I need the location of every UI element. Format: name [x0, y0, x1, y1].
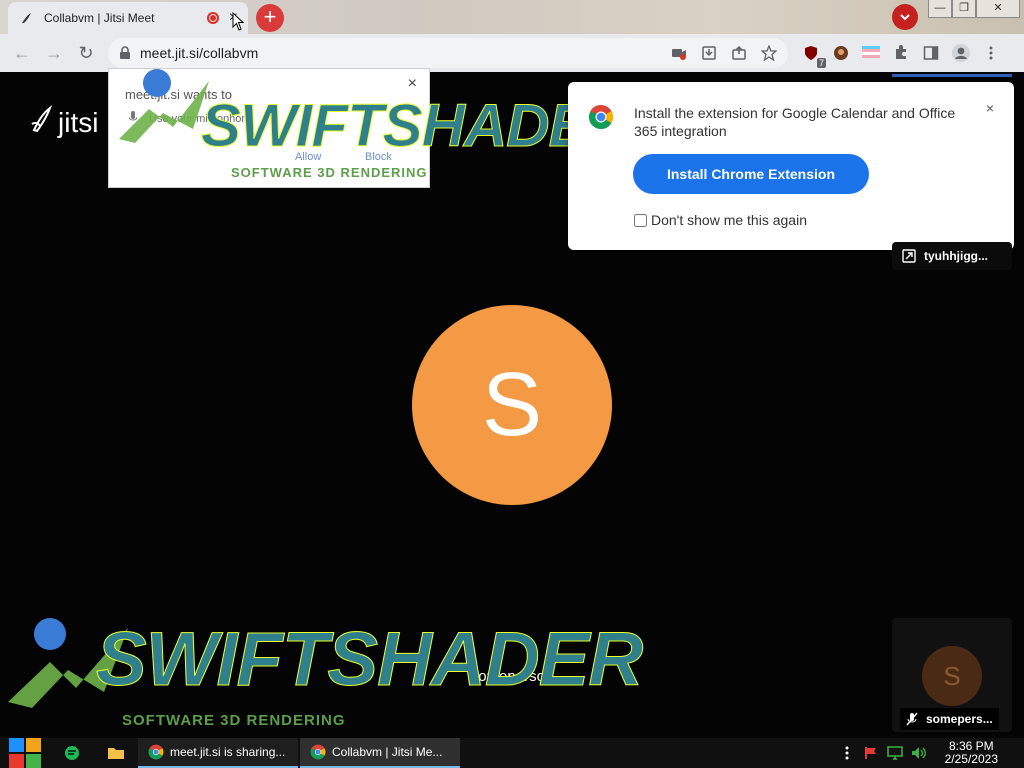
- start-button[interactable]: [0, 738, 50, 768]
- participant-tile[interactable]: S somepers...: [892, 618, 1012, 732]
- browser-toolbar: ← → ↻ meet.jit.si/collabvm 7: [0, 34, 1024, 72]
- dont-show-again-checkbox[interactable]: [634, 213, 647, 227]
- url-text: meet.jit.si/collabvm: [140, 45, 259, 61]
- chevron-down-icon: [900, 14, 910, 21]
- permission-allow-button[interactable]: Allow: [295, 151, 321, 163]
- permission-title: meet.jit.si wants to: [125, 87, 232, 102]
- install-chrome-extension-button[interactable]: Install Chrome Extension: [633, 154, 869, 194]
- swiftshader-subtitle: SOFTWARE 3D RENDERING: [122, 712, 346, 729]
- participant-tile-name: somepers...: [926, 712, 993, 726]
- participant-tile-avatar: S: [922, 646, 982, 706]
- dont-show-again-label: Don't show me this again: [651, 212, 807, 228]
- windows-logo-icon: [9, 738, 41, 768]
- extension-install-popup: Install the extension for Google Calenda…: [568, 82, 1014, 250]
- browser-tab[interactable]: Collabvm | Jitsi Meet ×: [8, 2, 248, 34]
- chrome-icon: [148, 744, 164, 760]
- microphone-muted-icon: [906, 712, 918, 726]
- tab-strip: Collabvm | Jitsi Meet × + — ❐ ✕: [0, 0, 1024, 34]
- restore-button[interactable]: ❐: [952, 0, 976, 18]
- recording-indicator-icon: [206, 12, 219, 24]
- permission-block-button[interactable]: Block: [365, 151, 392, 163]
- chat-app-button[interactable]: [50, 738, 94, 768]
- share-icon[interactable]: [730, 44, 748, 62]
- extension-popup-close-button[interactable]: ×: [986, 100, 994, 116]
- microphone-permission-prompt: meet.jit.si wants to × Use your micropho…: [108, 68, 631, 188]
- bookmark-star-icon[interactable]: [760, 44, 778, 62]
- jitsi-logo-icon: [30, 104, 54, 141]
- screen-share-name: tyuhhjigg...: [924, 249, 988, 263]
- taskbar-task-label: Collabvm | Jitsi Me...: [332, 745, 443, 759]
- screen-share-indicator[interactable]: tyuhhjigg...: [892, 242, 1012, 270]
- permission-item: Use your microphone: [149, 112, 254, 125]
- screen: Collabvm | Jitsi Meet × + — ❐ ✕ ← → ↻ me…: [0, 0, 1024, 768]
- chrome-icon: [310, 744, 326, 760]
- profile-extension-icon[interactable]: [830, 42, 852, 64]
- volume-icon[interactable]: [911, 745, 927, 761]
- tab-title: Collabvm | Jitsi Meet: [44, 11, 155, 25]
- taskbar-task-label: meet.jit.si is sharing...: [170, 745, 286, 759]
- more-menu-icon[interactable]: [980, 42, 1002, 64]
- extension-badge: 7: [816, 58, 826, 68]
- permission-close-button[interactable]: ×: [408, 75, 417, 93]
- participant-tile-label: somepers...: [900, 708, 999, 730]
- jitsi-favicon-icon: [18, 10, 34, 26]
- file-explorer-button[interactable]: [94, 738, 138, 768]
- tray-overflow-icon[interactable]: [839, 745, 855, 761]
- taskbar-clock[interactable]: 8:36 PM 2/25/2023: [945, 740, 998, 766]
- lock-icon: [118, 46, 132, 60]
- extension-popup-message: Install the extension for Google Calenda…: [634, 105, 956, 139]
- address-bar[interactable]: meet.jit.si/collabvm: [108, 38, 788, 68]
- windows-taskbar: meet.jit.si is sharing... Collabvm | Jit…: [0, 738, 1024, 768]
- taskbar-task-jitsi[interactable]: Collabvm | Jitsi Me...: [300, 738, 460, 768]
- microphone-icon: [128, 111, 138, 126]
- clock-date: 2/25/2023: [944, 752, 998, 766]
- chrome-logo-icon: [589, 105, 614, 130]
- minimize-button[interactable]: —: [928, 0, 952, 18]
- toolbar-highlight: [892, 74, 1012, 77]
- side-panel-icon[interactable]: [920, 42, 942, 64]
- screen-share-icon: [902, 249, 916, 263]
- swiftshader-subtitle: SOFTWARE 3D RENDERING: [231, 165, 428, 180]
- extensions-puzzle-icon[interactable]: [890, 42, 912, 64]
- main-participant-avatar: S: [412, 305, 612, 505]
- jitsi-meeting-page: jitsi meet.jit.si wants to × Use your mi…: [0, 68, 1024, 738]
- tab-search-button[interactable]: [892, 4, 918, 30]
- back-button[interactable]: ←: [6, 37, 38, 69]
- reload-button[interactable]: ↻: [70, 37, 102, 69]
- dont-show-again-option[interactable]: Don't show me this again: [634, 212, 807, 228]
- network-icon[interactable]: [886, 745, 903, 761]
- window-close-button[interactable]: ✕: [976, 0, 1020, 18]
- action-center-flag-icon[interactable]: [863, 745, 879, 761]
- ublock-extension-icon[interactable]: 7: [800, 42, 826, 68]
- mouse-cursor-icon: [232, 12, 245, 31]
- install-app-icon[interactable]: [700, 44, 718, 62]
- profile-avatar-icon[interactable]: [950, 42, 972, 64]
- system-tray: 8:36 PM 2/25/2023: [839, 738, 1024, 768]
- flag-extension-icon[interactable]: [860, 42, 882, 64]
- swiftshader-word: SWIFTSHADER: [95, 617, 643, 703]
- swiftshader-word: SWIFTSHADER: [201, 92, 632, 160]
- taskbar-task-sharing[interactable]: meet.jit.si is sharing...: [138, 738, 298, 768]
- jitsi-logo-text: jitsi: [58, 106, 99, 138]
- jitsi-logo[interactable]: jitsi: [30, 104, 98, 141]
- camera-blocked-icon[interactable]: [670, 44, 688, 62]
- chat-bubble-icon: [65, 746, 79, 760]
- folder-icon: [108, 748, 124, 759]
- swiftshader-watermark: SWIFTSHADER SOFTWARE 3D RENDERING: [0, 612, 644, 732]
- forward-button[interactable]: →: [38, 37, 70, 69]
- new-tab-button[interactable]: +: [256, 4, 284, 32]
